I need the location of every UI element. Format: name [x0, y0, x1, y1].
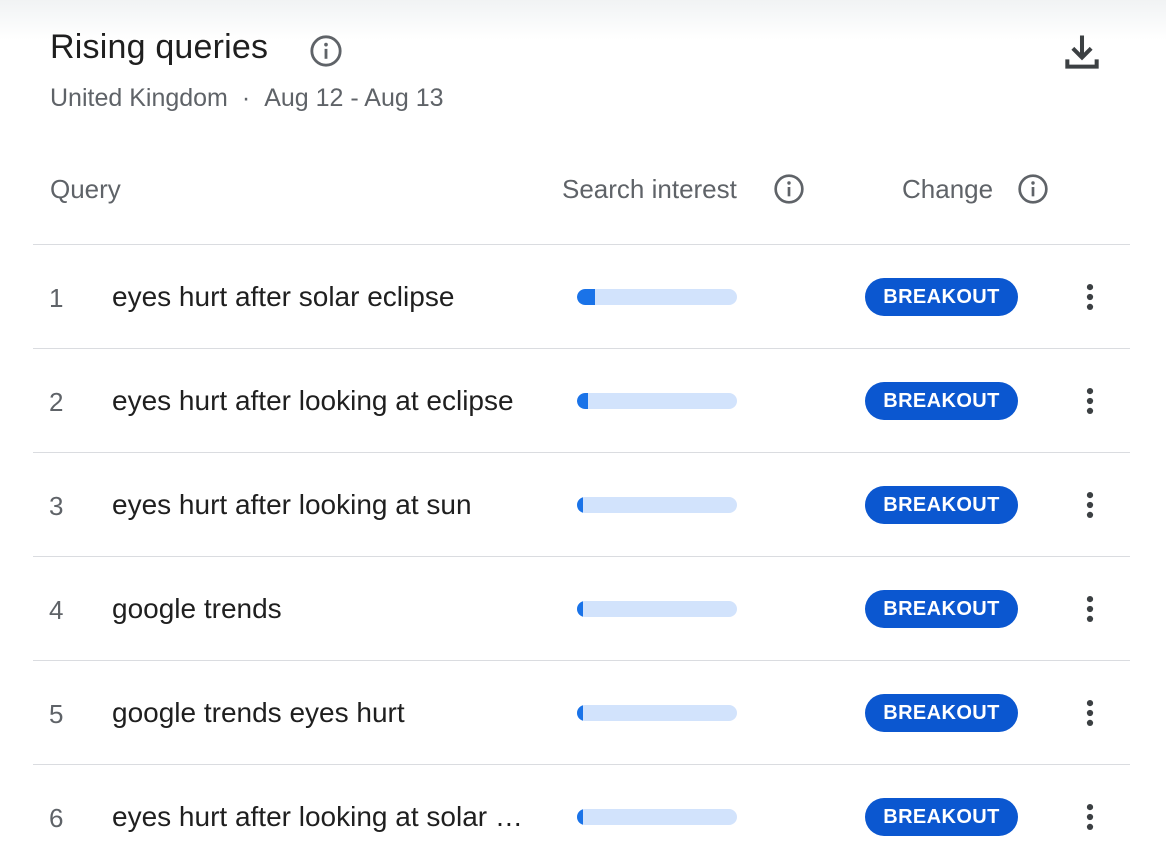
- more-vert-icon[interactable]: [1073, 483, 1107, 527]
- row-rank: 4: [49, 595, 64, 625]
- table-row[interactable]: 4 google trends BREAKOUT: [33, 556, 1130, 660]
- row-rank: 2: [49, 387, 64, 417]
- row-query[interactable]: eyes hurt after looking at solar eclipse: [112, 801, 532, 833]
- search-interest-bar-fill: [577, 601, 584, 617]
- more-vert-icon[interactable]: [1073, 379, 1107, 423]
- search-interest-bar-fill: [577, 289, 595, 305]
- more-vert-icon[interactable]: [1073, 275, 1107, 319]
- more-vert-icon[interactable]: [1073, 795, 1107, 839]
- column-header-query: Query: [50, 174, 121, 204]
- column-header-change: Change: [902, 174, 994, 204]
- change-badge: BREAKOUT: [865, 382, 1018, 420]
- change-badge: BREAKOUT: [865, 278, 1018, 316]
- search-interest-bar: [577, 393, 737, 409]
- change-badge: BREAKOUT: [865, 486, 1018, 524]
- column-header-search-interest: Search interest: [562, 174, 737, 204]
- table-row[interactable]: 3 eyes hurt after looking at sun BREAKOU…: [33, 452, 1130, 556]
- search-interest-bar: [577, 601, 737, 617]
- row-query[interactable]: google trends eyes hurt: [112, 697, 532, 729]
- info-icon[interactable]: [309, 34, 343, 68]
- row-query[interactable]: eyes hurt after solar eclipse: [112, 281, 532, 313]
- search-interest-bar-fill: [577, 705, 584, 721]
- panel-title: Rising queries: [50, 28, 269, 66]
- table-row[interactable]: 5 google trends eyes hurt BREAKOUT: [33, 660, 1130, 764]
- more-vert-icon[interactable]: [1073, 691, 1107, 735]
- search-interest-bar-fill: [577, 809, 584, 825]
- date-range-label: Aug 12 - Aug 13: [264, 84, 444, 112]
- row-rank: 3: [49, 491, 64, 521]
- table-row[interactable]: 1 eyes hurt after solar eclipse BREAKOUT: [33, 244, 1130, 348]
- row-query[interactable]: eyes hurt after looking at sun: [112, 489, 532, 521]
- search-interest-bar: [577, 705, 737, 721]
- table-row[interactable]: 2 eyes hurt after looking at eclipse BRE…: [33, 348, 1130, 452]
- info-icon[interactable]: [773, 173, 805, 205]
- search-interest-bar: [577, 809, 737, 825]
- more-vert-icon[interactable]: [1073, 587, 1107, 631]
- change-badge: BREAKOUT: [865, 798, 1018, 836]
- search-interest-bar-fill: [577, 497, 584, 513]
- rising-queries-card: Rising queries United Kingdom · Aug 12 - A…: [0, 0, 1166, 848]
- search-interest-bar: [577, 497, 737, 513]
- change-badge: BREAKOUT: [865, 694, 1018, 732]
- info-icon[interactable]: [1017, 173, 1049, 205]
- query-list: 1 eyes hurt after solar eclipse BREAKOUT…: [33, 244, 1130, 848]
- row-rank: 5: [49, 699, 64, 729]
- table-row[interactable]: 6 eyes hurt after looking at solar eclip…: [33, 764, 1130, 848]
- row-query[interactable]: google trends: [112, 593, 532, 625]
- panel-subtitle: United Kingdom · Aug 12 - Aug 13: [50, 84, 444, 113]
- region-label: United Kingdom: [50, 84, 228, 112]
- row-query[interactable]: eyes hurt after looking at eclipse: [112, 385, 532, 417]
- search-interest-bar: [577, 289, 737, 305]
- search-interest-bar-fill: [577, 393, 589, 409]
- row-rank: 1: [49, 283, 64, 313]
- download-icon[interactable]: [1060, 30, 1104, 74]
- change-badge: BREAKOUT: [865, 590, 1018, 628]
- row-rank: 6: [49, 803, 64, 833]
- separator: ·: [241, 84, 251, 112]
